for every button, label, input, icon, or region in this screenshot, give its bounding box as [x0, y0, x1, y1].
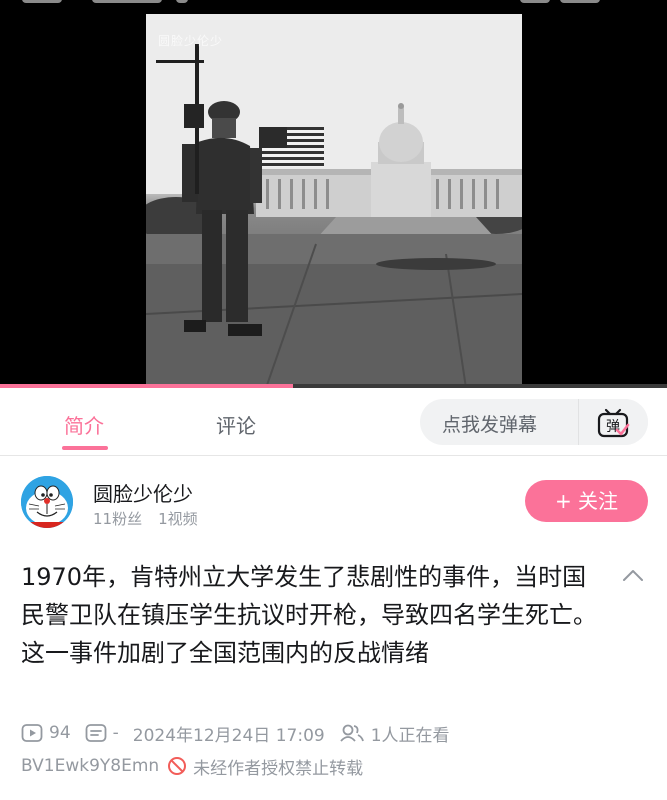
bvid-row: BV1Ewk9Y8Emn 未经作者授权禁止转载: [21, 753, 363, 779]
bvid[interactable]: BV1Ewk9Y8Emn: [21, 756, 159, 776]
copyright-notice: 未经作者授权禁止转载: [193, 758, 364, 779]
uploader-stats: 11粉丝 1视频: [93, 508, 198, 529]
prohibited-icon: [168, 757, 187, 775]
uploader-name[interactable]: 圆脸少伦少: [93, 478, 193, 507]
status-bar-remnant: [0, 0, 667, 6]
video-player[interactable]: 圆脸少伦少: [0, 0, 667, 388]
publish-date: 2024年12月24日 17:09: [132, 725, 325, 746]
danmaku-count: -: [112, 723, 119, 743]
tab-intro[interactable]: 简介: [64, 410, 104, 439]
danmaku-input-placeholder[interactable]: 点我发弹幕: [442, 410, 537, 437]
tabs-bar: 简介 评论 点我发弹幕 弹: [0, 388, 667, 456]
tab-active-indicator: [62, 446, 108, 450]
follow-button[interactable]: + 关注: [525, 480, 648, 522]
play-count: 94: [49, 723, 71, 743]
doraemon-avatar-icon: [21, 476, 73, 528]
video-description: 1970年，肯特州立大学发生了悲剧性的事件，当时国民警卫队在镇压学生抗议时开枪，…: [21, 563, 597, 667]
danmaku-toggle-button[interactable]: 弹: [578, 399, 648, 445]
video-frame: 圆脸少伦少: [146, 14, 522, 388]
video-watermark: 圆脸少伦少: [158, 34, 224, 48]
video-count: 1视频: [158, 510, 198, 528]
chevron-up-icon[interactable]: [622, 568, 644, 582]
danmaku-input-box[interactable]: 点我发弹幕 弹: [420, 399, 648, 445]
danmaku-toggle-icon: 弹: [597, 408, 630, 438]
tab-comments[interactable]: 评论: [216, 410, 256, 439]
viewers-icon: [340, 724, 364, 742]
video-meta-row: 94 - 2024年12月24日 17:09 1人正在看: [21, 721, 450, 746]
play-count-icon: [21, 724, 43, 742]
danmaku-count-icon: [85, 724, 107, 742]
watching-count: 1人正在看: [370, 725, 450, 746]
avatar[interactable]: [21, 476, 73, 528]
fans-count: 11粉丝: [93, 510, 143, 528]
video-still-image: [146, 14, 522, 388]
